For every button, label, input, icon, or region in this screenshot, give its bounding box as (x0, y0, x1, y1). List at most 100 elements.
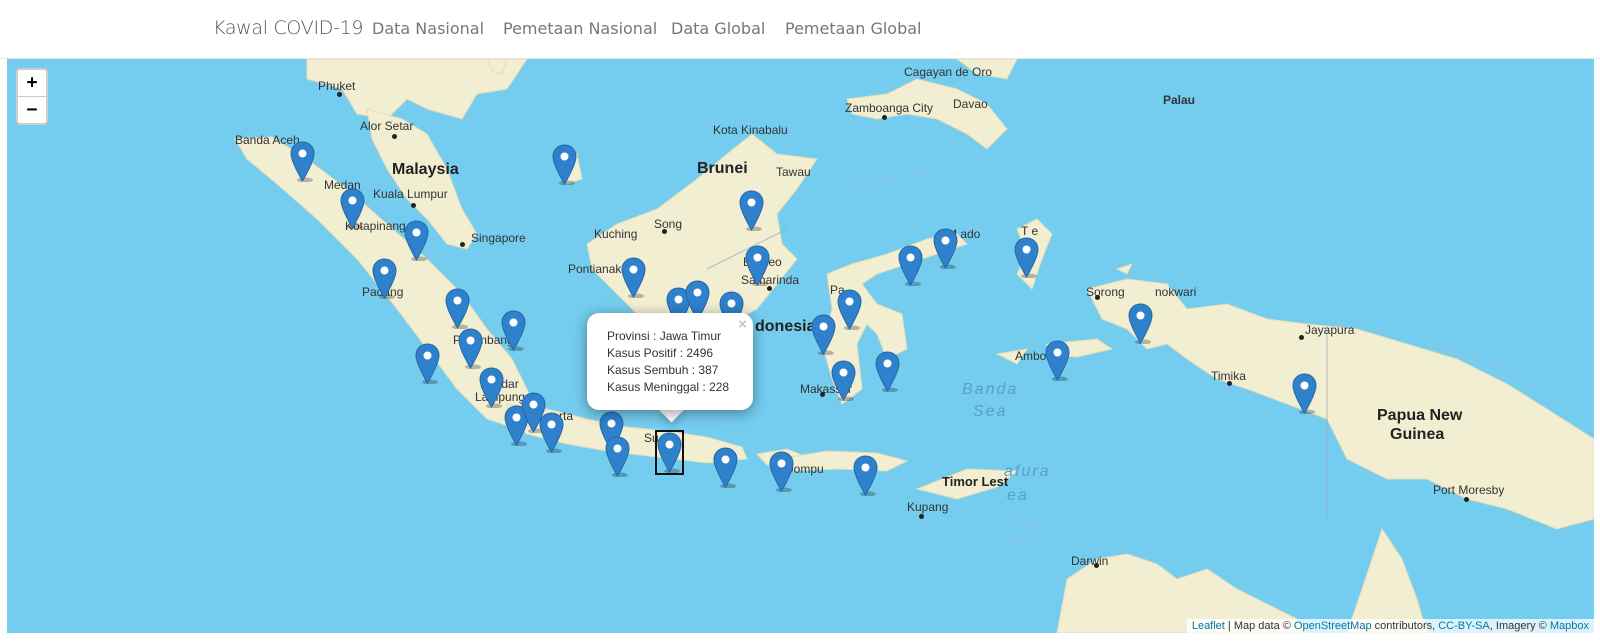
label-darwin: Darwin (1071, 554, 1109, 568)
popup-sembuh-value: 387 (698, 363, 719, 377)
label-port-moresby: Port Moresby (1433, 483, 1505, 497)
popup-meninggal: Kasus Meninggal : 228 (607, 380, 729, 394)
province-marker[interactable] (458, 328, 483, 370)
nav-pemetaan-nasional[interactable]: Pemetaan Nasional (503, 19, 657, 38)
province-marker[interactable] (713, 447, 738, 489)
province-marker[interactable] (539, 412, 564, 454)
label-timor-sea-1: Timor (1004, 516, 1040, 530)
label-palau: Palau (1163, 93, 1196, 107)
popup-sembuh: Kasus Sembuh : 387 (607, 363, 718, 377)
attribution: Leaflet | Map data © OpenStreetMap contr… (1186, 619, 1594, 633)
city-dot (820, 392, 825, 397)
province-popup: × Provinsi : Jawa Timur Kasus Positif : … (587, 313, 753, 410)
province-marker[interactable] (739, 190, 764, 232)
zoom-in-button[interactable]: + (18, 70, 46, 97)
province-marker[interactable] (1045, 340, 1070, 382)
label-davao: Davao (953, 97, 988, 111)
province-marker[interactable] (445, 288, 470, 330)
city-dot (882, 115, 887, 120)
label-cagayan: Cagayan de Oro (904, 65, 993, 79)
attribution-text-2: contributors, (1371, 620, 1439, 632)
label-kuala-lumpur: Kuala Lumpur (373, 187, 448, 201)
label-brunei: Brunei (697, 160, 748, 177)
province-marker[interactable] (415, 343, 440, 385)
city-dot (1094, 563, 1099, 568)
popup-provinsi-label: Provinsi : (607, 329, 660, 343)
label-tawau: Tawau (776, 165, 811, 179)
attribution-text-3: , Imagery © (1489, 620, 1550, 632)
label-kota-kinabalu: Kota Kinabalu (713, 123, 788, 137)
label-timor-leste: Timor Lest (942, 474, 1009, 489)
province-marker[interactable] (655, 430, 684, 475)
province-marker[interactable] (1292, 373, 1317, 415)
province-marker[interactable] (933, 228, 958, 270)
nav-data-nasional[interactable]: Data Nasional (372, 19, 484, 38)
province-marker[interactable] (552, 144, 577, 186)
label-banda-sea-2: Sea (973, 403, 1008, 420)
province-marker[interactable] (340, 188, 365, 230)
province-marker[interactable] (769, 451, 794, 493)
license-link[interactable]: CC-BY-SA (1438, 620, 1490, 632)
label-kupang: Kupang (907, 500, 949, 514)
popup-meninggal-value: 228 (709, 380, 730, 394)
zoom-out-button[interactable]: − (18, 97, 46, 123)
label-pontianak: Pontianak (568, 262, 622, 276)
city-dot (392, 134, 397, 139)
label-manokwari: nokwari (1155, 285, 1197, 299)
city-dot (1299, 335, 1304, 340)
province-marker[interactable] (837, 289, 862, 331)
province-marker[interactable] (1014, 237, 1039, 279)
city-dot (1227, 381, 1232, 386)
label-timor-sea-2: Sea (1010, 533, 1035, 547)
mapbox-link[interactable]: Mapbox (1550, 620, 1589, 632)
province-marker[interactable] (898, 245, 923, 287)
province-marker[interactable] (501, 310, 526, 352)
province-marker[interactable] (811, 314, 836, 356)
label-phuket: Phuket (318, 79, 356, 93)
province-marker[interactable] (745, 245, 770, 287)
label-sorong: Sorong (1086, 285, 1125, 299)
brand-link[interactable]: Kawal COVID-19 (213, 17, 364, 39)
province-marker[interactable] (290, 141, 315, 183)
label-ternate: T e (1021, 224, 1039, 238)
city-dot (662, 229, 667, 234)
province-marker[interactable] (605, 436, 630, 478)
attribution-text-1: | Map data © (1224, 620, 1294, 632)
label-singapore: Singapore (471, 231, 526, 245)
city-dot (337, 92, 342, 97)
label-guinea: Guinea (1390, 426, 1445, 443)
province-marker[interactable] (621, 257, 646, 299)
popup-positif-value: 2496 (686, 346, 714, 360)
city-dot (1464, 497, 1469, 502)
label-alor-setar: Alor Setar (360, 119, 414, 133)
navbar: Kawal COVID-19 Data Nasional Pemetaan Na… (0, 0, 1600, 59)
label-arafura-1: afura (1004, 463, 1051, 480)
popup-provinsi: Provinsi : Jawa Timur (607, 329, 721, 343)
osm-link[interactable]: OpenStreetMap (1294, 620, 1372, 632)
city-dot (1095, 295, 1100, 300)
leaflet-link[interactable]: Leaflet (1192, 620, 1225, 632)
map-container[interactable]: Phuket Alor Setar Banda Aceh Malaysia Me… (7, 59, 1594, 633)
popup-positif-label: Kasus Positif : (607, 346, 687, 360)
province-marker[interactable] (1128, 303, 1153, 345)
popup-meninggal-label: Kasus Meninggal : (607, 380, 710, 394)
label-jayapura: Jayapura (1305, 323, 1355, 337)
zoom-control: + − (16, 68, 48, 125)
nav-data-global[interactable]: Data Global (671, 19, 765, 38)
city-dot (919, 514, 924, 519)
city-dot (411, 203, 416, 208)
city-dot (460, 242, 465, 247)
province-marker[interactable] (875, 351, 900, 393)
label-zamboanga: Zamboanga City (845, 101, 934, 115)
popup-provinsi-value: Jawa Timur (659, 329, 722, 343)
province-marker[interactable] (404, 220, 429, 262)
nav-pemetaan-global[interactable]: Pemetaan Global (785, 19, 922, 38)
province-marker[interactable] (479, 367, 504, 409)
city-dot (767, 286, 772, 291)
province-marker[interactable] (372, 258, 397, 300)
popup-close-button[interactable]: × (738, 316, 747, 333)
label-kuching: Kuching (594, 227, 638, 241)
province-marker[interactable] (853, 455, 878, 497)
province-marker[interactable] (831, 360, 856, 402)
label-indonesia: donesia (755, 318, 816, 335)
